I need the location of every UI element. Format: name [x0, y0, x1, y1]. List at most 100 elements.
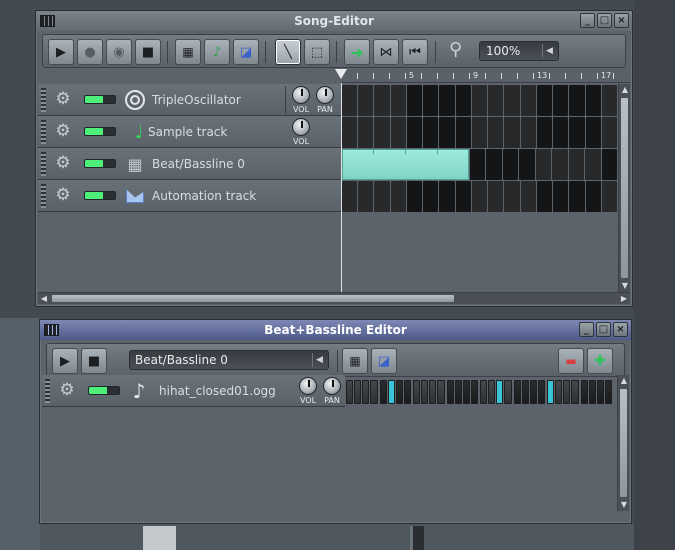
- gear-icon[interactable]: ⚙: [54, 90, 72, 108]
- volume-knob[interactable]: VOL: [297, 377, 319, 405]
- draw-mode-button[interactable]: ╲: [275, 39, 301, 65]
- scroll-down-icon[interactable]: ▼: [618, 499, 630, 511]
- scroll-up-icon[interactable]: ▲: [618, 375, 630, 387]
- pan-knob[interactable]: PAN: [314, 86, 336, 114]
- scrollbar-thumb[interactable]: [51, 294, 455, 303]
- horizontal-scrollbar[interactable]: ◀ ▶: [38, 292, 630, 304]
- timeline-ruler[interactable]: 5 9 13 17: [335, 69, 630, 83]
- volume-knob[interactable]: VOL: [290, 86, 312, 114]
- step-button[interactable]: [437, 380, 445, 404]
- step-button[interactable]: [395, 380, 403, 404]
- step-button[interactable]: [504, 380, 512, 404]
- step-button[interactable]: [454, 380, 462, 404]
- step-button[interactable]: [513, 380, 521, 404]
- step-button[interactable]: [429, 380, 437, 404]
- step-button[interactable]: [362, 380, 370, 404]
- select-mode-button[interactable]: ⬚: [304, 39, 330, 65]
- scrollbar-thumb[interactable]: [619, 388, 628, 498]
- add-beat-bassline-button[interactable]: ▦: [175, 39, 201, 65]
- mute-toggle[interactable]: [88, 386, 120, 395]
- stop-button[interactable]: ■: [135, 39, 161, 65]
- step-button[interactable]: [354, 380, 362, 404]
- add-automation-track-button[interactable]: ◪: [233, 39, 259, 65]
- track-name[interactable]: hihat_closed01.ogg: [159, 384, 276, 398]
- scrollbar-thumb[interactable]: [620, 97, 629, 279]
- vertical-scrollbar[interactable]: ▲ ▼: [618, 84, 630, 292]
- gear-icon[interactable]: ⚙: [54, 186, 72, 204]
- stop-button[interactable]: ■: [81, 348, 107, 374]
- auto-scroll-button[interactable]: ➜: [344, 39, 370, 65]
- step-button[interactable]: [563, 380, 571, 404]
- add-steps-button[interactable]: ✚: [587, 348, 613, 374]
- mute-toggle[interactable]: [84, 191, 116, 200]
- step-button[interactable]: [462, 380, 470, 404]
- beat-bassline-selector[interactable]: Beat/Bassline 0 ◀: [129, 350, 329, 370]
- close-button[interactable]: ×: [613, 322, 628, 337]
- track-pattern-row[interactable]: [342, 149, 618, 180]
- mute-toggle[interactable]: [84, 95, 116, 104]
- pan-knob[interactable]: PAN: [321, 377, 343, 405]
- zoom-combobox[interactable]: 100% ◀: [479, 41, 559, 61]
- volume-knob[interactable]: VOL: [290, 118, 312, 146]
- step-button[interactable]: [421, 380, 429, 404]
- add-automation-track-button[interactable]: ◪: [371, 348, 397, 374]
- gear-icon[interactable]: ⚙: [54, 122, 72, 140]
- step-button[interactable]: [413, 380, 421, 404]
- remove-steps-button[interactable]: ▬: [558, 348, 584, 374]
- step-button[interactable]: [446, 380, 454, 404]
- track-drag-handle[interactable]: [41, 120, 46, 144]
- back-to-start-button[interactable]: ⏮: [402, 39, 428, 65]
- mute-toggle[interactable]: [84, 127, 116, 136]
- maximize-button[interactable]: □: [596, 322, 611, 337]
- play-button[interactable]: ▶: [52, 348, 78, 374]
- add-beat-bassline-button[interactable]: ▦: [342, 348, 368, 374]
- scroll-left-icon[interactable]: ◀: [38, 293, 50, 305]
- track-drag-handle[interactable]: [45, 379, 50, 403]
- gear-icon[interactable]: ⚙: [58, 381, 76, 399]
- minimize-button[interactable]: _: [579, 322, 594, 337]
- maximize-button[interactable]: □: [597, 13, 612, 28]
- minimize-button[interactable]: _: [580, 13, 595, 28]
- scroll-right-icon[interactable]: ▶: [618, 293, 630, 305]
- step-button[interactable]: [588, 380, 596, 404]
- step-button[interactable]: [403, 380, 411, 404]
- scroll-down-icon[interactable]: ▼: [619, 280, 631, 292]
- beat-bassline-pattern[interactable]: [342, 149, 469, 180]
- track-name[interactable]: Automation track: [152, 189, 256, 203]
- add-sample-track-button[interactable]: ♪: [204, 39, 230, 65]
- loop-points-button[interactable]: ⋈: [373, 39, 399, 65]
- track-drag-handle[interactable]: [41, 88, 46, 112]
- step-button[interactable]: [580, 380, 588, 404]
- gear-icon[interactable]: ⚙: [54, 154, 72, 172]
- track-drag-handle[interactable]: [41, 184, 46, 208]
- track-pattern-row[interactable]: [342, 85, 618, 116]
- step-button[interactable]: [387, 380, 395, 404]
- play-button[interactable]: ▶: [48, 39, 74, 65]
- track-pattern-row[interactable]: [342, 181, 618, 212]
- step-button[interactable]: [346, 380, 354, 404]
- step-button[interactable]: [537, 380, 545, 404]
- step-button[interactable]: [604, 380, 612, 404]
- song-editor-titlebar[interactable]: Song-Editor _ □ ×: [36, 11, 632, 31]
- step-button[interactable]: [571, 380, 579, 404]
- step-button[interactable]: [470, 380, 478, 404]
- track-name[interactable]: TripleOscillator: [152, 93, 241, 107]
- step-sequencer[interactable]: [346, 380, 614, 404]
- track-pattern-row[interactable]: [342, 117, 618, 148]
- step-button[interactable]: [555, 380, 563, 404]
- track-name[interactable]: Beat/Bassline 0: [152, 157, 245, 171]
- step-button[interactable]: [480, 380, 488, 404]
- scroll-up-icon[interactable]: ▲: [619, 84, 631, 96]
- record-while-playing-button[interactable]: ◉: [106, 39, 132, 65]
- vertical-scrollbar[interactable]: ▲ ▼: [617, 375, 629, 511]
- close-button[interactable]: ×: [614, 13, 629, 28]
- step-button[interactable]: [547, 380, 555, 404]
- playhead-marker-icon[interactable]: [335, 69, 347, 79]
- record-button[interactable]: ●: [77, 39, 103, 65]
- mute-toggle[interactable]: [84, 159, 116, 168]
- track-drag-handle[interactable]: [41, 152, 46, 176]
- step-button[interactable]: [488, 380, 496, 404]
- bb-editor-titlebar[interactable]: Beat+Bassline Editor _ □ ×: [40, 320, 631, 340]
- track-name[interactable]: Sample track: [148, 125, 227, 139]
- step-button[interactable]: [370, 380, 378, 404]
